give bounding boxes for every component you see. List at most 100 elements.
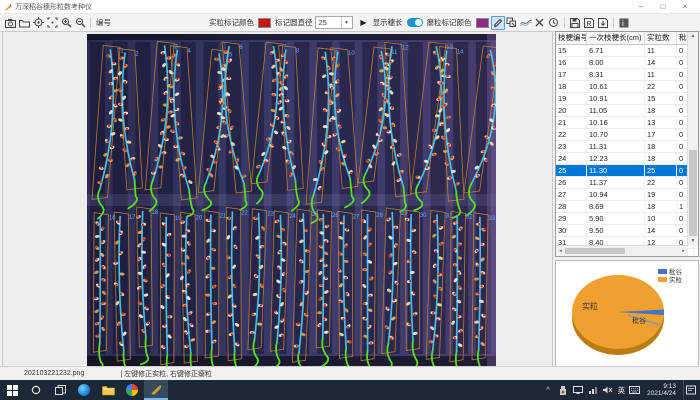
- table-cell: 23: [556, 141, 587, 152]
- table-row[interactable]: 1910.91150: [556, 93, 698, 105]
- info-icon[interactable]: i: [617, 16, 631, 30]
- table-cell: 10: [645, 213, 677, 224]
- table-cell: 20: [556, 105, 587, 116]
- scroll-up-arrow[interactable]: ▲: [688, 32, 698, 41]
- svg-text:29: 29: [401, 211, 408, 217]
- column-header[interactable]: 一次枝梗长(cm): [587, 32, 645, 44]
- action-center-icon[interactable]: [683, 380, 698, 400]
- right-panel: 枝梗编号一次枝梗长(cm)实粒数秕谷数 156.71110168.0014017…: [555, 31, 699, 367]
- toolbar-separator: [90, 17, 91, 28]
- table-row[interactable]: 2110.16130: [556, 117, 698, 129]
- delete-tool-icon[interactable]: [533, 16, 547, 30]
- table-row[interactable]: 2611.37220: [556, 177, 698, 189]
- current-app-icon[interactable]: [144, 380, 168, 400]
- numbering-button[interactable]: 编号: [96, 17, 111, 28]
- table-row[interactable]: 2511.30250: [556, 165, 698, 177]
- table-row[interactable]: 2412.23180: [556, 153, 698, 165]
- save-icon[interactable]: [568, 16, 582, 30]
- pencil-tool-button[interactable]: [491, 16, 505, 30]
- svg-text:23: 23: [267, 212, 274, 218]
- chevron-down-icon[interactable]: ▼: [341, 17, 352, 28]
- table-row[interactable]: 2311.31180: [556, 141, 698, 153]
- taskbar-clock[interactable]: 9:13 2021/4/24: [647, 383, 676, 397]
- table-cell: 8.31: [587, 69, 645, 80]
- circle-diameter-select[interactable]: 25 ▼: [315, 16, 353, 29]
- svg-text:22: 22: [241, 210, 248, 216]
- svg-text:R: R: [586, 21, 591, 28]
- vertical-scrollbar[interactable]: ▲ ▼: [687, 32, 698, 246]
- edge-browser-icon[interactable]: [72, 380, 96, 400]
- table-row[interactable]: 2011.05180: [556, 105, 698, 117]
- pie-chart: 实粒 秕谷 秕谷 实粒: [556, 261, 696, 361]
- legend-swatch-blighted: [658, 269, 667, 274]
- table-row[interactable]: 168.00140: [556, 57, 698, 69]
- table-cell: 18: [645, 201, 677, 212]
- show-spike-length-toggle[interactable]: [407, 18, 423, 27]
- table-row[interactable]: 2210.70170: [556, 129, 698, 141]
- table-row[interactable]: 2710.94190: [556, 189, 698, 201]
- zoom-in-icon[interactable]: [59, 16, 73, 30]
- file-explorer-icon[interactable]: [96, 380, 120, 400]
- scroll-down-arrow[interactable]: ▼: [688, 237, 698, 246]
- browser-icon[interactable]: [120, 380, 144, 400]
- show-spike-length-label: 显示穗长: [373, 17, 403, 28]
- table-row[interactable]: 1810.61220: [556, 81, 698, 93]
- scroll-right-arrow[interactable]: ▸: [679, 248, 688, 254]
- table-cell: 18: [645, 141, 677, 152]
- table-cell: 22: [645, 81, 677, 92]
- horizontal-scrollbar[interactable]: ◂ ▸: [556, 245, 688, 256]
- close-button[interactable]: ×: [674, 1, 696, 13]
- save-report-icon[interactable]: R: [582, 16, 596, 30]
- svg-text:30: 30: [420, 213, 427, 219]
- target-icon[interactable]: [31, 16, 45, 30]
- search-button[interactable]: [24, 380, 48, 400]
- taskbar: ^ 英 9:13 2021/4/24: [0, 380, 700, 400]
- filled-color-swatch[interactable]: [258, 18, 271, 28]
- window-title: 万深稻谷穗形粒数考种仪: [15, 2, 92, 12]
- tray-speaker-icon[interactable]: [603, 384, 614, 396]
- panicle-photo[interactable]: 1234567891011121314151617181920212223242…: [87, 34, 496, 368]
- horizontal-scroll-thumb[interactable]: [565, 248, 625, 254]
- curve-tool-icon[interactable]: [519, 16, 533, 30]
- column-header[interactable]: 实粒数: [645, 32, 677, 44]
- legend-label-blighted: 秕谷: [669, 267, 683, 276]
- scroll-left-arrow[interactable]: ◂: [556, 248, 565, 254]
- table-row[interactable]: 156.71110: [556, 45, 698, 57]
- table-row[interactable]: 295.90100: [556, 213, 698, 225]
- table-cell: 11.30: [587, 165, 645, 176]
- touch-keyboard-icon[interactable]: [629, 384, 640, 396]
- tray-network-icon[interactable]: [588, 384, 599, 396]
- task-view-button[interactable]: [48, 380, 72, 400]
- minimize-button[interactable]: –: [630, 1, 652, 13]
- table-cell: 10.16: [587, 117, 645, 128]
- fit-screen-icon[interactable]: [45, 16, 59, 30]
- zoom-out-icon[interactable]: [73, 16, 87, 30]
- clock-date: 2021/4/24: [647, 390, 676, 397]
- tray-chevron-up-icon[interactable]: ^: [543, 384, 554, 396]
- vertical-scroll-thumb[interactable]: [689, 150, 697, 236]
- tray-usb-icon[interactable]: [558, 384, 569, 396]
- table-cell: 22: [645, 177, 677, 188]
- table-row[interactable]: 288.69181: [556, 201, 698, 213]
- table-cell: 13: [645, 117, 677, 128]
- export-icon[interactable]: [596, 16, 610, 30]
- toolbar-separator: [613, 17, 614, 28]
- copy-region-tool-icon[interactable]: [505, 16, 519, 30]
- camera-icon[interactable]: [3, 16, 17, 30]
- blighted-color-swatch[interactable]: [476, 18, 489, 28]
- start-button[interactable]: [0, 380, 24, 400]
- table-row[interactable]: 309.50140: [556, 225, 698, 237]
- toolbar: 编号 实粒标记颜色 标记圆直径 25 ▼ ▶ 显示穗长 瘪粒标记颜色 R i: [0, 14, 700, 32]
- undo-history-icon[interactable]: [547, 16, 561, 30]
- table-cell: 25: [645, 165, 677, 176]
- column-header[interactable]: 枝梗编号: [556, 32, 587, 44]
- play-button[interactable]: ▶: [357, 16, 371, 30]
- filled-color-label: 实粒标记颜色: [209, 17, 254, 28]
- tray-display-icon[interactable]: [573, 384, 584, 396]
- image-viewer[interactable]: 1234567891011121314151617181920212223242…: [2, 31, 553, 367]
- table-cell: 15: [556, 45, 587, 56]
- ime-language-indicator[interactable]: 英: [618, 385, 626, 396]
- maximize-button[interactable]: □: [652, 1, 674, 13]
- table-row[interactable]: 178.31110: [556, 69, 698, 81]
- open-folder-icon[interactable]: [17, 16, 31, 30]
